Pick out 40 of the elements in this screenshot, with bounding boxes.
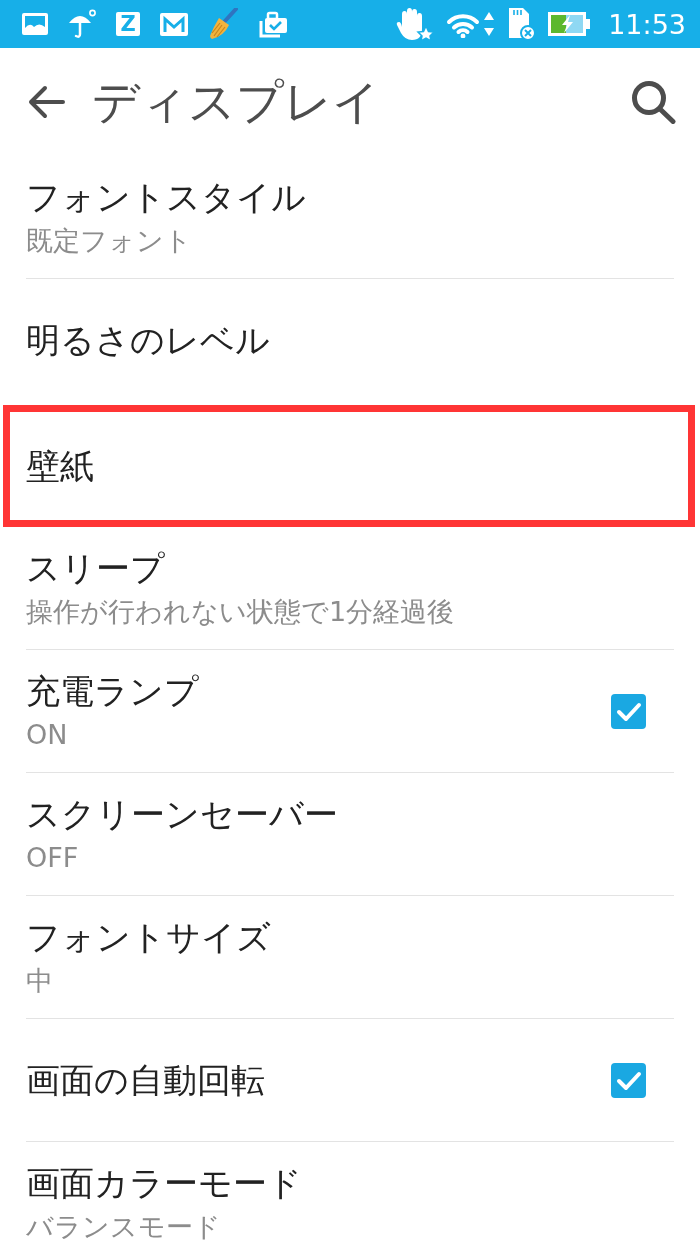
setting-title: 充電ランプ [26,670,200,711]
mail-icon [160,12,188,36]
search-icon[interactable] [631,80,676,124]
setting-summary: 操作が行われない状態で1分経過後 [26,594,456,629]
setting-title: 画面カラーモード [26,1163,303,1203]
settings-item[interactable]: フォントスタイル 既定フォント [0,156,700,278]
settings-item[interactable]: 画面の自動回転 [0,1019,700,1141]
setting-summary: バランスモード [26,1210,222,1244]
setting-title: スリープ [26,547,166,588]
screen-title: ディスプレイ [92,74,380,129]
back-arrow-icon[interactable] [27,85,65,119]
setting-title: フォントサイズ [26,916,272,957]
setting-summary: 中 [26,963,54,998]
setting-title: フォントスタイル [26,176,307,217]
briefcase-check-icon [258,10,288,38]
broom-icon [208,8,238,40]
up-down-arrows-icon [484,11,495,37]
settings-item[interactable]: スクリーンセーバー OFF [0,773,700,895]
setting-title: 明るさのレベル [26,320,271,360]
checkbox[interactable] [611,1062,646,1098]
setting-title: 壁紙 [26,446,95,486]
settings-item[interactable]: 壁紙 [3,405,695,527]
battery-charging-icon [548,12,591,36]
setting-title: スクリーンセーバー [26,793,339,834]
picture-icon [22,13,48,35]
umbrella-icon [68,9,96,39]
checkbox[interactable] [611,693,646,729]
setting-summary: OFF [26,840,80,875]
status-time: 11:53 [608,10,686,38]
settings-item[interactable]: フォントサイズ 中 [0,896,700,1018]
setting-summary: ON [26,717,69,752]
settings-item[interactable]: スリープ 操作が行われない状態で1分経過後 [0,527,700,649]
settings-item[interactable]: 充電ランプ ON [0,650,700,772]
hand-star-icon [396,7,435,41]
sd-card-icon [506,7,537,41]
settings-item[interactable]: 画面カラーモード バランスモード [0,1142,700,1244]
settings-item[interactable]: 明るさのレベル [0,279,700,401]
setting-title: 画面の自動回転 [26,1060,266,1100]
setting-summary: 既定フォント [26,223,193,258]
z-notification-icon: Z [116,12,140,36]
